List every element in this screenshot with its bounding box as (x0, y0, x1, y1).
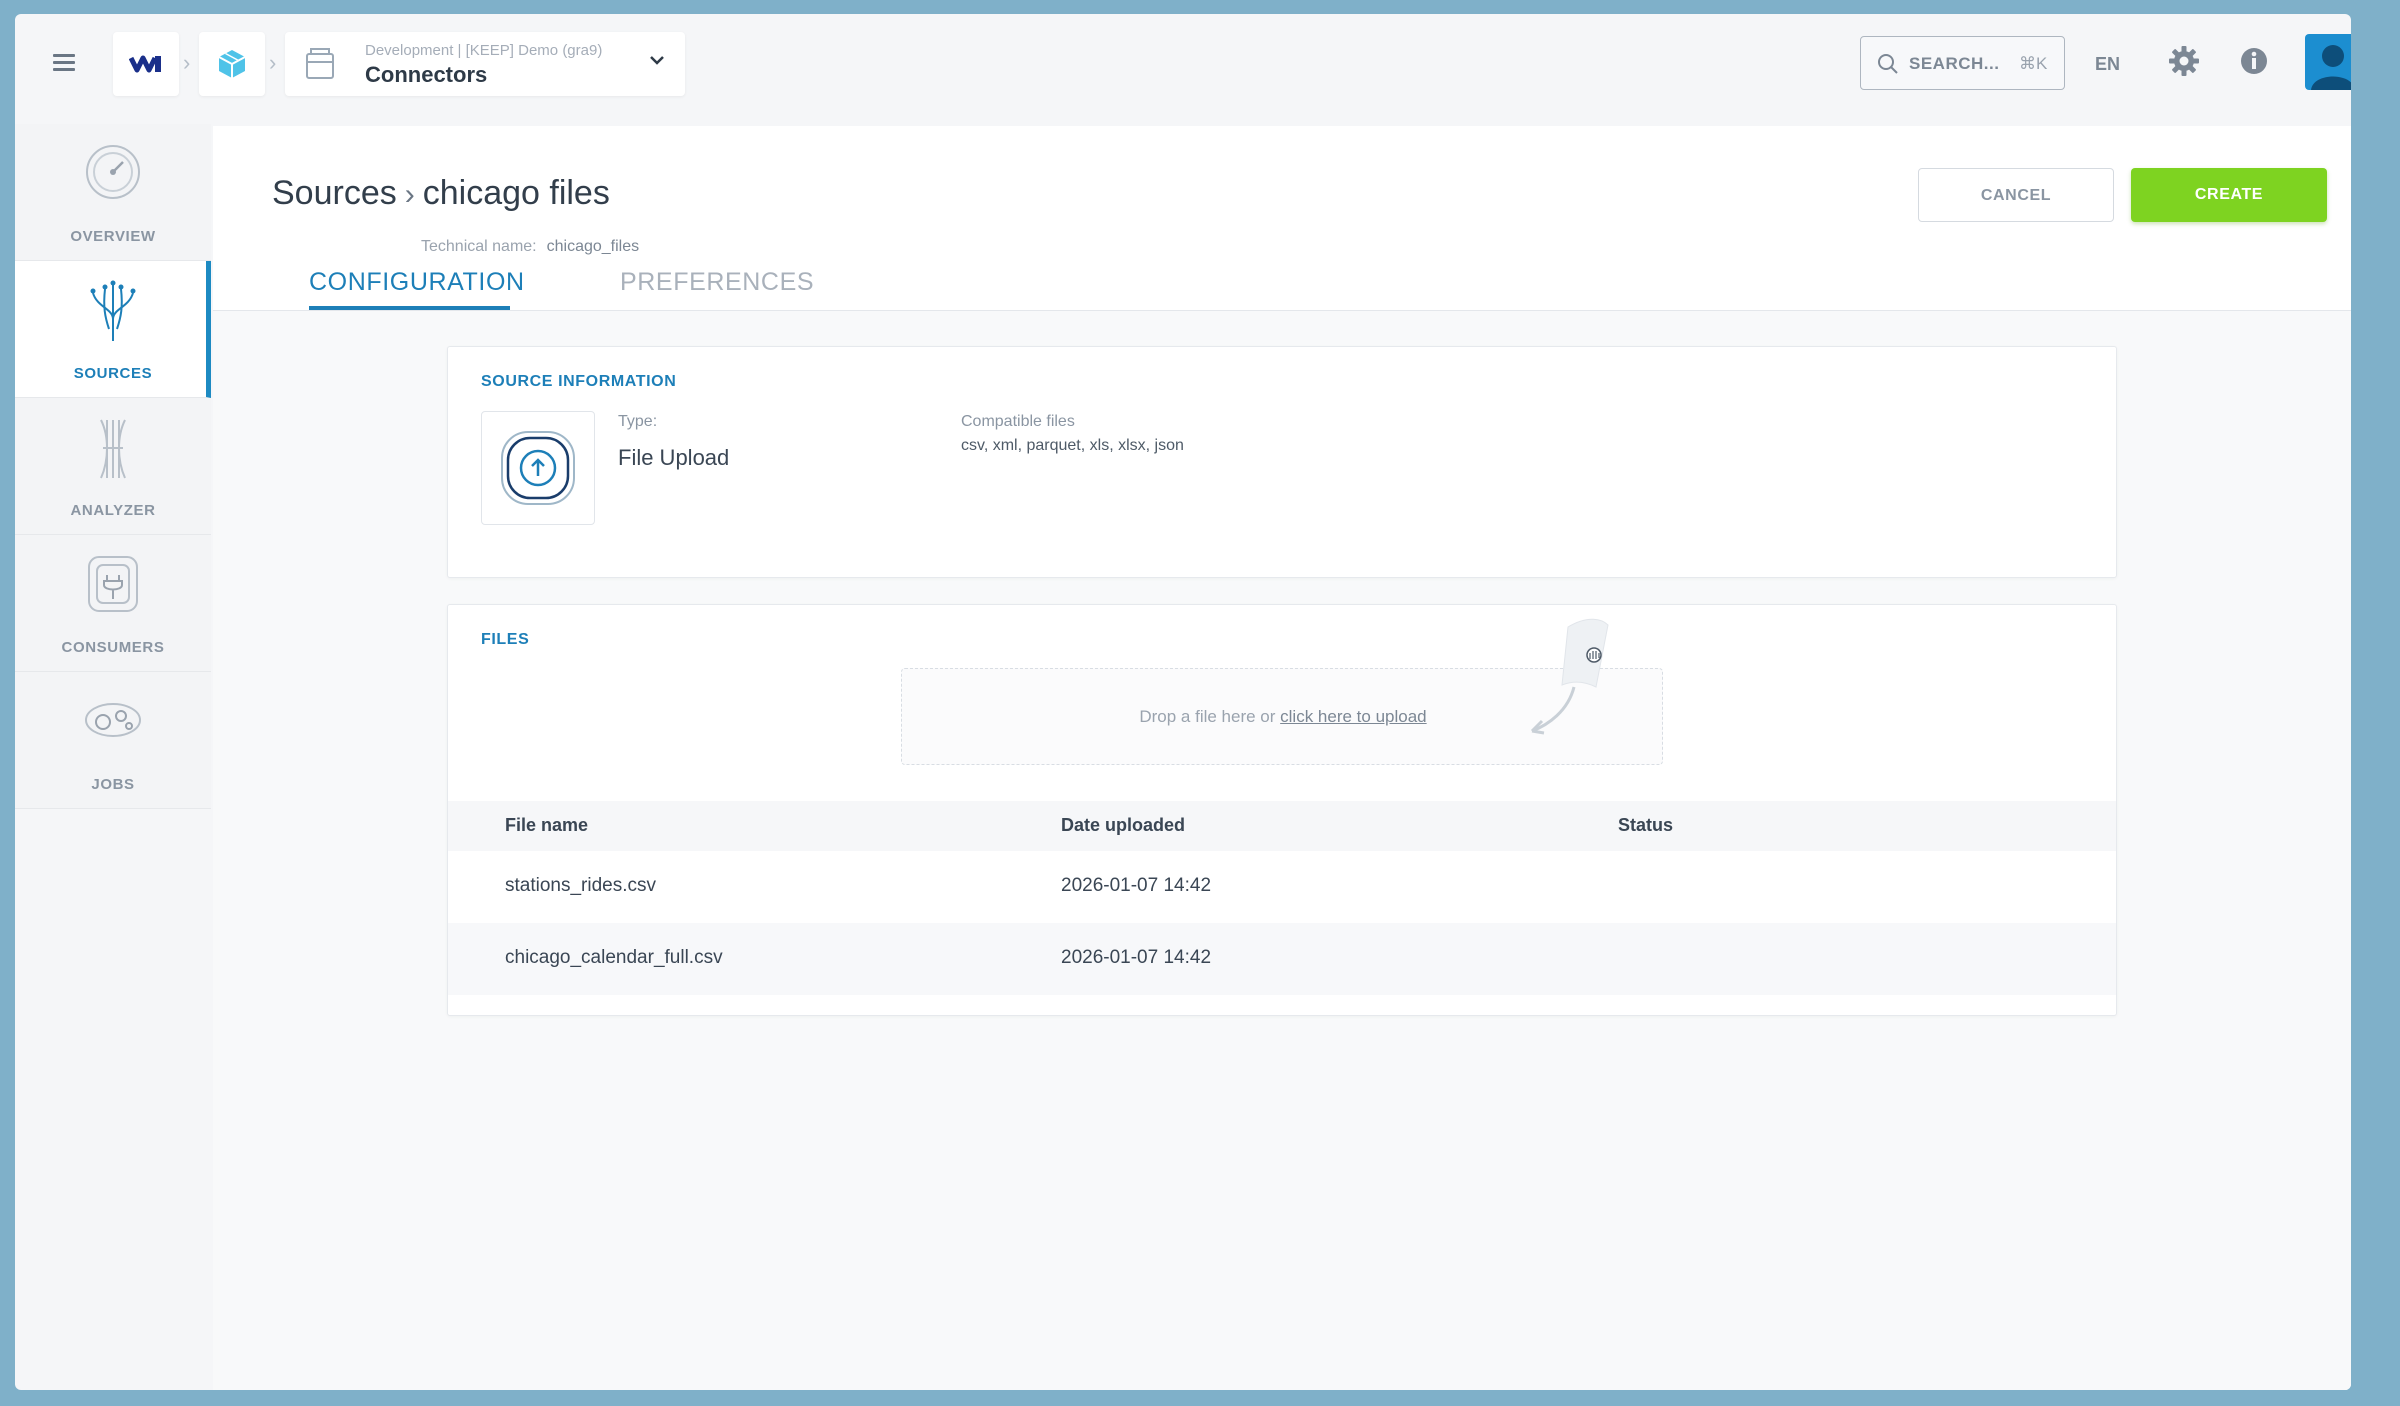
type-label: Type: (618, 413, 658, 430)
upload-link[interactable]: click here to upload (1280, 707, 1426, 726)
table-header: File name Date uploaded Status (448, 801, 2116, 851)
sidebar-item-overview[interactable]: OVERVIEW (15, 124, 211, 261)
menu-icon[interactable] (53, 54, 75, 72)
sidebar-item-sources[interactable]: SOURCES (15, 261, 211, 398)
column-header-status[interactable]: Status (1618, 815, 1673, 836)
search-shortcut: ⌘K (2019, 54, 2048, 73)
jobs-icon (85, 703, 141, 737)
top-bar: › › Development | [KEEP] Demo (gra9) Con… (15, 14, 2351, 124)
source-information-card: SOURCE INFORMATION Type: File Upload Com… (447, 346, 2117, 578)
chevron-right-icon: › (404, 178, 415, 211)
sources-icon (90, 280, 136, 341)
breadcrumb-current: chicago files (422, 174, 610, 212)
card-title: FILES (481, 631, 530, 648)
sidebar-item-label: CONSUMERS (61, 639, 165, 656)
technical-name-value: chicago_files (546, 238, 640, 255)
sidebar: OVERVIEW SOURCES ANALYZER CONSUMERS JOBS (15, 124, 211, 809)
project-selector[interactable]: Development | [KEEP] Demo (gra9) Connect… (285, 32, 685, 96)
logo-button[interactable] (113, 32, 179, 96)
app-window: › › Development | [KEEP] Demo (gra9) Con… (15, 14, 2351, 1390)
sidebar-item-jobs[interactable]: JOBS (15, 672, 211, 809)
tab-configuration[interactable]: CONFIGURATION (309, 268, 525, 297)
column-header-file-name[interactable]: File name (505, 815, 588, 836)
drop-file-illustration (1530, 618, 1609, 735)
cancel-button[interactable]: CANCEL (1918, 168, 2114, 222)
sidebar-item-label: JOBS (91, 776, 135, 793)
column-header-date-uploaded[interactable]: Date uploaded (1061, 815, 1185, 836)
breadcrumb-separator: › (269, 50, 277, 75)
language-selector[interactable]: EN (2095, 54, 2120, 75)
avatar[interactable] (2305, 34, 2351, 90)
search-placeholder: SEARCH... (1909, 54, 2000, 73)
tab-divider (213, 310, 2351, 311)
compatible-files-value: csv, xml, parquet, xls, xlsx, json (961, 437, 1184, 454)
breadcrumb-sources[interactable]: Sources (272, 174, 397, 212)
main-panel: Sources › chicago files Technical name: chi… (213, 126, 2351, 1390)
cube-icon (218, 50, 246, 78)
tab-preferences[interactable]: PREFERENCES (620, 268, 814, 297)
analyzer-icon (100, 419, 126, 479)
project-icon (306, 48, 334, 79)
sidebar-item-analyzer[interactable]: ANALYZER (15, 398, 211, 535)
breadcrumb-separator: › (183, 50, 191, 75)
technical-name-label: Technical name: (421, 238, 537, 255)
logo-icon (129, 55, 161, 73)
search-icon (1878, 54, 1898, 74)
chevron-down-icon[interactable] (647, 50, 667, 70)
compatible-files-label: Compatible files (961, 413, 1075, 430)
table-row[interactable]: stations_rides.csv 2026-01-07 14:42 (448, 851, 2116, 923)
files-card: FILES Drop a file here or click here to … (447, 604, 2117, 1016)
plug-icon (88, 556, 138, 612)
sidebar-item-label: ANALYZER (70, 502, 156, 519)
technical-name: Technical name: chicago_files (421, 238, 639, 256)
gear-icon[interactable] (2167, 44, 2201, 78)
upload-icon (501, 431, 575, 505)
info-icon[interactable] (2237, 44, 2271, 78)
dropzone-hint: Drop a file here or (1139, 707, 1281, 726)
user-icon (2311, 45, 2351, 90)
page-title: Sources › chicago files (272, 174, 610, 213)
sidebar-item-consumers[interactable]: CONSUMERS (15, 535, 211, 672)
file-name-cell: stations_rides.csv (505, 875, 657, 896)
organization-button[interactable] (199, 32, 265, 96)
sidebar-item-label: SOURCES (73, 365, 153, 382)
file-name-cell: chicago_calendar_full.csv (505, 947, 723, 968)
files-table: File name Date uploaded Status stations_… (448, 801, 2116, 995)
source-type-icon-box (481, 411, 595, 525)
type-value: File Upload (618, 445, 730, 470)
sidebar-item-label: OVERVIEW (70, 228, 156, 245)
project-environment: Development | [KEEP] Demo (gra9) (365, 42, 603, 59)
card-title: SOURCE INFORMATION (481, 373, 677, 390)
gauge-icon (86, 145, 140, 199)
date-uploaded-cell: 2026-01-07 14:42 (1061, 947, 1212, 968)
create-button[interactable]: CREATE (2131, 168, 2327, 222)
search-input[interactable]: SEARCH... ⌘K (1860, 36, 2065, 90)
date-uploaded-cell: 2026-01-07 14:42 (1061, 875, 1212, 896)
project-name: Connectors (365, 62, 488, 87)
table-row[interactable]: chicago_calendar_full.csv 2026-01-07 14:… (448, 923, 2116, 995)
